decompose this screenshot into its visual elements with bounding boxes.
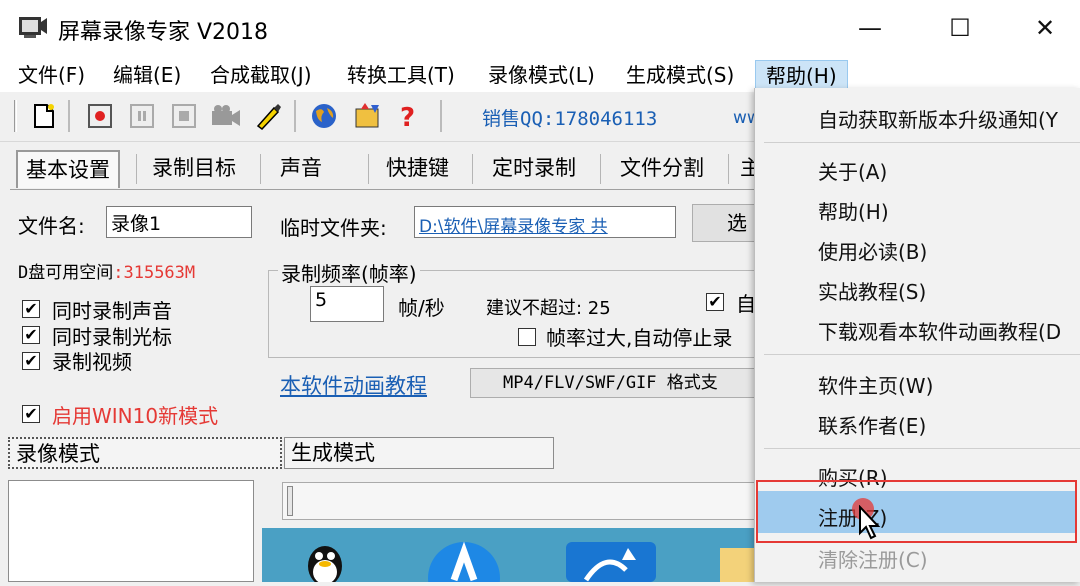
- menu-file[interactable]: 文件(F): [16, 60, 87, 90]
- record-video-label: 录制视频: [52, 350, 132, 374]
- tab-separator: [136, 154, 137, 184]
- disk-space-label: D盘可用空间: [18, 263, 114, 283]
- tab-separator: [368, 154, 369, 184]
- menu-item-contact[interactable]: 联系作者(E): [818, 410, 926, 439]
- tab-separator: [600, 154, 601, 184]
- camera-icon[interactable]: [210, 100, 242, 132]
- tab-hotkeys[interactable]: 快捷键: [386, 150, 449, 188]
- framerate-suggest: 建议不超过: 25: [486, 298, 611, 319]
- menu-generate-mode[interactable]: 生成模式(S): [624, 60, 736, 90]
- globe-icon[interactable]: [308, 100, 340, 132]
- tutorial-link[interactable]: 本软件动画教程: [280, 370, 427, 400]
- menu-compose[interactable]: 合成截取(J): [208, 60, 314, 90]
- browser-icon: [428, 540, 500, 586]
- menu-help[interactable]: 帮助(H): [755, 60, 848, 90]
- folder-icon: [720, 548, 756, 582]
- tab-separator: [472, 154, 473, 184]
- window-title: 屏幕录像专家 V2018: [58, 20, 269, 45]
- auto-stop-checkbox[interactable]: [518, 328, 536, 346]
- framerate-input[interactable]: 5: [310, 286, 384, 322]
- toolbar-separator: [440, 100, 442, 132]
- menu-item-about[interactable]: 关于(A): [818, 156, 887, 185]
- record-mode-tab[interactable]: 录像模式: [8, 437, 282, 469]
- temp-folder-label: 临时文件夹:: [280, 216, 387, 240]
- toolbar-grip: [14, 100, 17, 132]
- framerate-unit: 帧/秒: [398, 296, 445, 320]
- app-shortcut-icon: [566, 540, 656, 586]
- file-list-panel[interactable]: [8, 480, 254, 582]
- menu-separator: [764, 448, 1080, 449]
- tab-scheduled-record[interactable]: 定时录制: [492, 150, 576, 188]
- record-video-checkbox[interactable]: ✔: [22, 352, 40, 370]
- maximize-button[interactable]: ☐: [930, 0, 990, 56]
- help-icon[interactable]: ?: [392, 100, 424, 132]
- menu-item-must-read[interactable]: 使用必读(B): [818, 236, 927, 265]
- puzzle-icon[interactable]: [352, 100, 384, 132]
- pen-icon[interactable]: [252, 100, 284, 132]
- tab-file-split[interactable]: 文件分割: [620, 150, 704, 188]
- filename-label: 文件名:: [18, 214, 85, 238]
- highlight-annotation-box: [756, 480, 1077, 543]
- format-support-button[interactable]: MP4/FLV/SWF/GIF 格式支: [470, 368, 755, 398]
- disk-space-text: D盘可用空间:315563M: [18, 258, 195, 283]
- select-folder-button[interactable]: 选: [692, 204, 756, 242]
- sales-qq-text: 销售QQ:178046113: [482, 108, 658, 130]
- menu-edit[interactable]: 编辑(E): [111, 60, 183, 90]
- filename-input[interactable]: 录像1: [106, 206, 252, 238]
- record-audio-checkbox[interactable]: ✔: [22, 300, 40, 318]
- tab-basic-settings[interactable]: 基本设置: [16, 150, 120, 188]
- tab-record-target[interactable]: 录制目标: [152, 150, 236, 188]
- menu-item-auto-update[interactable]: 自动获取新版本升级通知(Y: [818, 104, 1058, 133]
- minimize-button[interactable]: —: [840, 0, 900, 56]
- record-audio-label: 同时录制声音: [52, 299, 172, 323]
- pause-icon[interactable]: [126, 100, 158, 132]
- menu-separator: [764, 142, 1080, 143]
- menu-item-help[interactable]: 帮助(H): [818, 196, 889, 225]
- mouse-cursor-icon: [858, 504, 882, 545]
- menu-item-download-tutorial[interactable]: 下载观看本软件动画教程(D: [818, 316, 1061, 345]
- svg-text:?: ?: [400, 103, 415, 130]
- auto-checkbox[interactable]: ✔: [706, 293, 724, 311]
- tab-separator: [260, 154, 261, 184]
- close-button[interactable]: ✕: [1015, 0, 1075, 56]
- record-icon[interactable]: [84, 100, 116, 132]
- tab-audio[interactable]: 声音: [280, 150, 322, 188]
- disk-space-value: :315563M: [113, 263, 196, 283]
- app-icon: [18, 14, 48, 40]
- record-cursor-checkbox[interactable]: ✔: [22, 326, 40, 344]
- auto-label: 自: [736, 292, 756, 316]
- win10-mode-checkbox[interactable]: ✔: [22, 405, 40, 423]
- menu-item-clear-register: 清除注册(C): [818, 548, 928, 572]
- slider-handle[interactable]: [287, 486, 293, 516]
- toolbar-separator: [294, 100, 296, 132]
- win10-mode-label: 启用WIN10新模式: [52, 404, 219, 428]
- menu-separator: [764, 354, 1080, 355]
- menu-item-homepage[interactable]: 软件主页(W): [818, 370, 933, 399]
- qq-icon: [302, 540, 348, 586]
- tab-separator: [728, 154, 729, 184]
- timeline-slider[interactable]: [282, 482, 756, 520]
- framerate-group-title: 录制频率(帧率): [278, 258, 420, 287]
- new-file-icon[interactable]: [28, 100, 60, 132]
- temp-folder-input[interactable]: D:\软件\屏幕录像专家 共: [414, 206, 676, 238]
- menu-record-mode[interactable]: 录像模式(L): [486, 60, 597, 90]
- stop-icon[interactable]: [168, 100, 200, 132]
- generate-mode-tab[interactable]: 生成模式: [284, 437, 554, 469]
- auto-stop-label: 帧率过大,自动停止录: [546, 326, 733, 350]
- menu-convert[interactable]: 转换工具(T): [345, 60, 457, 90]
- menu-item-tutorial[interactable]: 实战教程(S): [818, 276, 926, 305]
- toolbar-separator: [68, 100, 70, 132]
